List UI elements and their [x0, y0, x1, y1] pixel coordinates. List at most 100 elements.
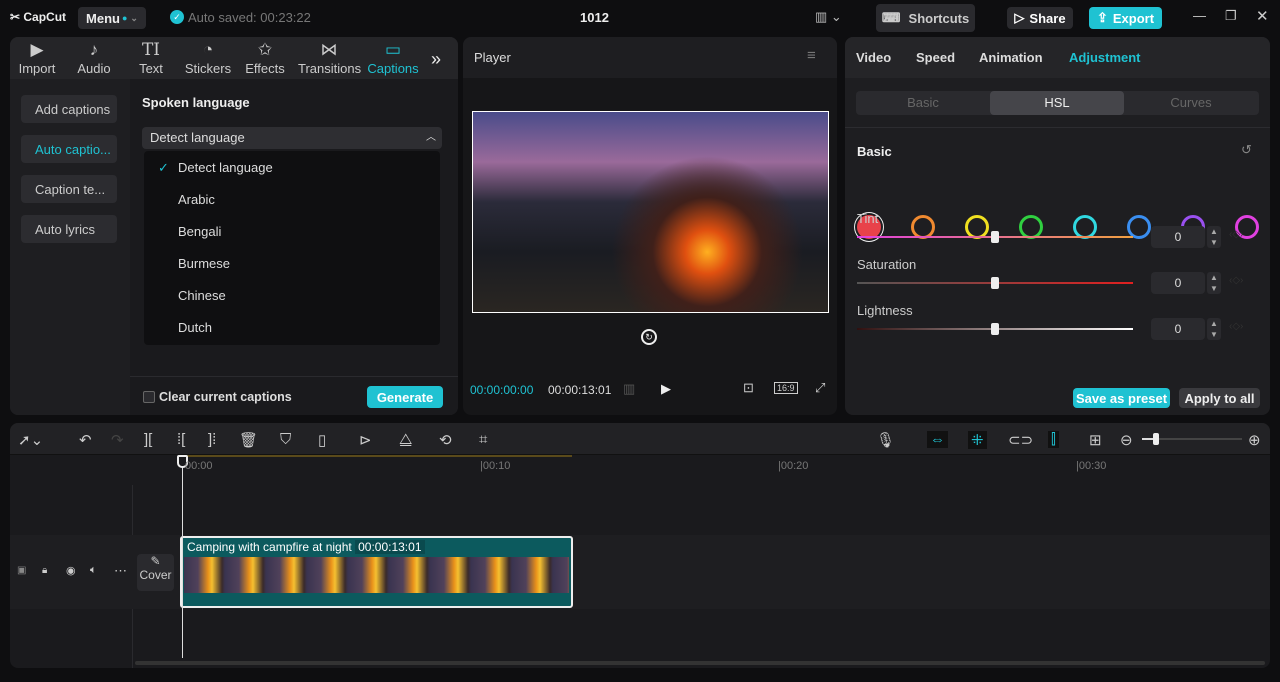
- auto-lyrics-button[interactable]: Auto lyrics: [21, 215, 117, 243]
- mirror-icon[interactable]: ⧋: [399, 431, 412, 448]
- effects-icon: ✩: [257, 40, 273, 59]
- slider-handle[interactable]: [991, 231, 999, 243]
- language-option[interactable]: Arabic: [144, 184, 440, 216]
- shortcuts-button[interactable]: ⌨ Shortcuts: [876, 4, 975, 32]
- frames-icon[interactable]: ▥: [623, 381, 635, 397]
- hamburger-icon[interactable]: ≡: [807, 47, 816, 64]
- reset-icon[interactable]: ↺: [1241, 142, 1252, 158]
- language-option[interactable]: Burmese: [144, 248, 440, 280]
- logo-icon: ✂: [10, 10, 24, 24]
- eye-icon[interactable]: ◉: [66, 564, 76, 577]
- tab-stickers[interactable]: ◔ Stickers: [180, 39, 236, 76]
- tab-video[interactable]: Video: [856, 50, 891, 65]
- keyframe-nav-icon[interactable]: ‹◇›: [1229, 229, 1243, 240]
- save-preset-button[interactable]: Save as preset: [1073, 388, 1170, 408]
- freeze-icon[interactable]: ▯: [318, 431, 326, 449]
- stepper-icon[interactable]: ▲ ▼: [1207, 226, 1221, 248]
- split-right-icon[interactable]: ]⁞: [208, 431, 216, 448]
- clear-captions-checkbox[interactable]: [143, 391, 155, 403]
- fullscreen-icon[interactable]: ⤢: [815, 380, 825, 396]
- track-video-icon[interactable]: ▣: [17, 565, 26, 576]
- tab-audio[interactable]: ♪ Audio: [66, 39, 122, 76]
- captions-icon: ▭: [384, 40, 402, 59]
- keyboard-icon: ⌨: [881, 10, 901, 25]
- link-icon[interactable]: ⊂⊃: [1008, 431, 1033, 449]
- split-left-icon[interactable]: ⁞[: [177, 431, 185, 448]
- caption-template-button[interactable]: Caption te...: [21, 175, 117, 203]
- export-button[interactable]: ⇪ Export: [1089, 7, 1162, 29]
- generate-button[interactable]: Generate: [367, 386, 443, 408]
- fullscreen-crop-icon[interactable]: ⊡: [743, 380, 754, 396]
- reverse-icon[interactable]: ⊳: [359, 431, 372, 449]
- title-bar: ✂ CapCut Menu ● ⌄ ✓ Auto saved: 00:23:22 1…: [0, 0, 1280, 36]
- inspector-panel: Video Speed Animation Adjustment Basic H…: [845, 37, 1270, 415]
- more-icon[interactable]: ⋯: [114, 563, 127, 579]
- chevron-up-icon: ︿: [426, 132, 436, 143]
- play-icon[interactable]: ▶: [661, 381, 671, 397]
- cover-button[interactable]: ✎ Cover: [137, 554, 174, 591]
- microphone-icon[interactable]: 🎙: [876, 431, 895, 449]
- auto-captions-button[interactable]: Auto captio...: [21, 135, 117, 163]
- auto-snap-icon[interactable]: ⁜: [968, 431, 987, 449]
- language-option[interactable]: Bengali: [144, 216, 440, 248]
- sticker-icon: ◔: [202, 40, 214, 59]
- preview-axis-icon[interactable]: ⫿: [1048, 431, 1059, 448]
- apply-to-all-button[interactable]: Apply to all: [1179, 388, 1260, 408]
- language-option[interactable]: Dutch: [144, 312, 440, 344]
- tab-transitions[interactable]: ⋈ Transitions: [298, 39, 361, 76]
- restore-icon[interactable]: ❐: [1225, 8, 1237, 24]
- tab-captions[interactable]: ▭ Captions: [365, 39, 421, 76]
- tab-import[interactable]: ▶ Import: [10, 39, 65, 76]
- split-icon[interactable]: ][: [144, 431, 152, 448]
- add-captions-button[interactable]: Add captions: [21, 95, 117, 123]
- video-preview[interactable]: [472, 111, 829, 313]
- slider-value-input[interactable]: 0: [1151, 272, 1205, 294]
- playhead[interactable]: [177, 455, 188, 658]
- adjustment-subtabs: Basic HSL Curves: [856, 91, 1259, 115]
- crop-icon[interactable]: ⌗: [479, 431, 487, 448]
- slider-handle[interactable]: [991, 277, 999, 289]
- tab-effects[interactable]: ✩ Effects: [237, 39, 293, 76]
- rotate-icon[interactable]: ⟲: [439, 431, 452, 449]
- layout-icon[interactable]: ▥ ⌄: [815, 9, 842, 25]
- keyframe-nav-icon[interactable]: ‹◇›: [1229, 275, 1243, 286]
- keyframe-nav-icon[interactable]: ‹◇›: [1229, 321, 1243, 332]
- video-clip[interactable]: Camping with campfire at night 00:00:13:…: [180, 536, 573, 608]
- main-track-magnet-icon[interactable]: ⇔: [927, 431, 948, 448]
- share-button[interactable]: ▷ Share: [1007, 7, 1073, 29]
- slider-handle[interactable]: [991, 323, 999, 335]
- delete-icon[interactable]: 🗑: [239, 431, 258, 449]
- close-icon[interactable]: ✕: [1256, 7, 1269, 25]
- tab-adjustment[interactable]: Adjustment: [1069, 50, 1141, 65]
- more-tabs-icon[interactable]: »: [431, 49, 441, 70]
- redo-icon[interactable]: ↷: [111, 431, 124, 449]
- language-select[interactable]: Detect language ︿: [142, 127, 442, 149]
- stepper-icon[interactable]: ▲ ▼: [1207, 272, 1221, 294]
- rotate-icon[interactable]: ↻: [641, 329, 657, 345]
- horizontal-scrollbar[interactable]: [135, 661, 1265, 665]
- zoom-fit-icon[interactable]: ⊞: [1089, 431, 1102, 449]
- tab-speed[interactable]: Speed: [916, 50, 955, 65]
- subtab-curves[interactable]: Curves: [1124, 91, 1258, 115]
- lock-icon[interactable]: 🔒︎: [42, 565, 47, 576]
- select-cursor-icon[interactable]: ➚⌄: [18, 431, 43, 449]
- language-option[interactable]: ✓ Detect language: [144, 152, 440, 184]
- marker-icon[interactable]: ⛉: [280, 431, 291, 448]
- menu-button[interactable]: Menu ● ⌄: [78, 7, 146, 29]
- time-tick: |00:20: [778, 460, 809, 472]
- undo-icon[interactable]: ↶: [79, 431, 92, 449]
- slider-value-input[interactable]: 0: [1151, 318, 1205, 340]
- subtab-hsl[interactable]: HSL: [990, 91, 1124, 115]
- tab-animation[interactable]: Animation: [979, 50, 1043, 65]
- stepper-icon[interactable]: ▲ ▼: [1207, 318, 1221, 340]
- tab-text[interactable]: TI Text: [123, 39, 179, 76]
- aspect-ratio-button[interactable]: 16:9: [774, 382, 798, 394]
- speaker-icon[interactable]: 🔈︎: [90, 564, 97, 577]
- zoom-out-icon[interactable]: ⊖: [1120, 431, 1133, 449]
- zoom-in-icon[interactable]: ⊕: [1248, 431, 1261, 449]
- zoom-slider[interactable]: [1142, 433, 1242, 445]
- slider-value-input[interactable]: 0: [1151, 226, 1205, 248]
- minimize-icon[interactable]: —: [1193, 8, 1206, 23]
- subtab-basic[interactable]: Basic: [856, 91, 990, 115]
- language-option[interactable]: Chinese: [144, 280, 440, 312]
